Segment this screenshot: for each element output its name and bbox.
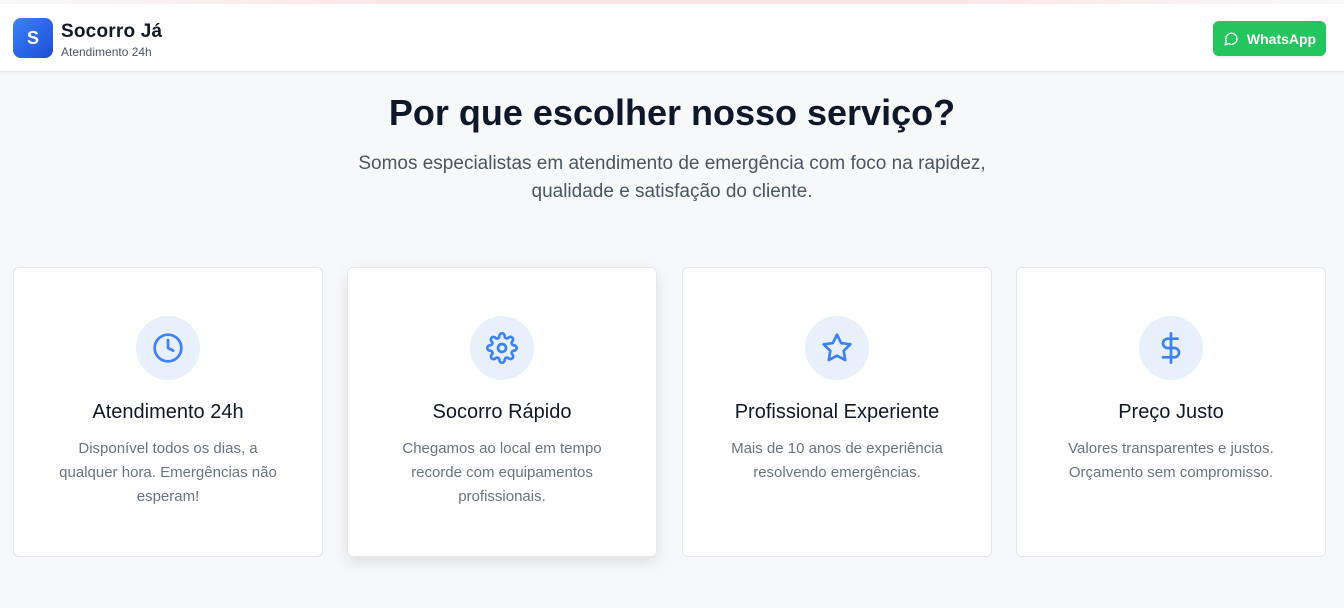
whatsapp-button-label: WhatsApp: [1246, 30, 1317, 47]
feature-icon-wrap: [136, 316, 200, 380]
feature-description: Chegamos ao local em tempo recorde com e…: [402, 440, 602, 505]
feature-title: Profissional Experiente: [734, 401, 940, 423]
section-title: Por que escolher nosso serviço?: [388, 92, 956, 133]
feature-title: Preço Justo: [1118, 401, 1224, 423]
feature-icon-wrap: [470, 316, 534, 380]
logo-badge[interactable]: S: [13, 18, 53, 58]
gear-icon: [486, 332, 518, 364]
feature-icon-wrap: [1139, 316, 1203, 380]
feature-title: Socorro Rápido: [432, 401, 572, 423]
feature-icon-wrap: [805, 316, 869, 380]
brand-subtitle: Atendimento 24h: [61, 45, 152, 59]
feature-card-experienced: Profissional Experiente Mais de 10 anos …: [682, 267, 992, 557]
feature-card-fast: Socorro Rápido Chegamos ao local em temp…: [347, 267, 657, 557]
feature-card-fair-price: Preço Justo Valores transparentes e just…: [1016, 267, 1326, 557]
star-icon: [822, 333, 852, 362]
feature-description: Mais de 10 anos de experiência resolvend…: [731, 440, 943, 481]
chat-bubble-icon: [1224, 32, 1238, 46]
feature-description: Valores transparentes e justos. Orçament…: [1068, 440, 1274, 481]
site-header: S Socorro Já Atendimento 24h WhatsApp: [0, 4, 1344, 72]
feature-description: Disponível todos os dias, a qualquer hor…: [59, 440, 277, 505]
dollar-icon: [1161, 332, 1181, 364]
brand-name[interactable]: Socorro Já: [61, 21, 162, 43]
feature-title: Atendimento 24h: [92, 401, 244, 423]
clock-icon: [153, 333, 183, 363]
whatsapp-button[interactable]: WhatsApp: [1213, 21, 1326, 56]
feature-card-24h: Atendimento 24h Disponível todos os dias…: [13, 267, 323, 557]
section-subtitle: Somos especialistas em atendimento de em…: [358, 153, 986, 202]
